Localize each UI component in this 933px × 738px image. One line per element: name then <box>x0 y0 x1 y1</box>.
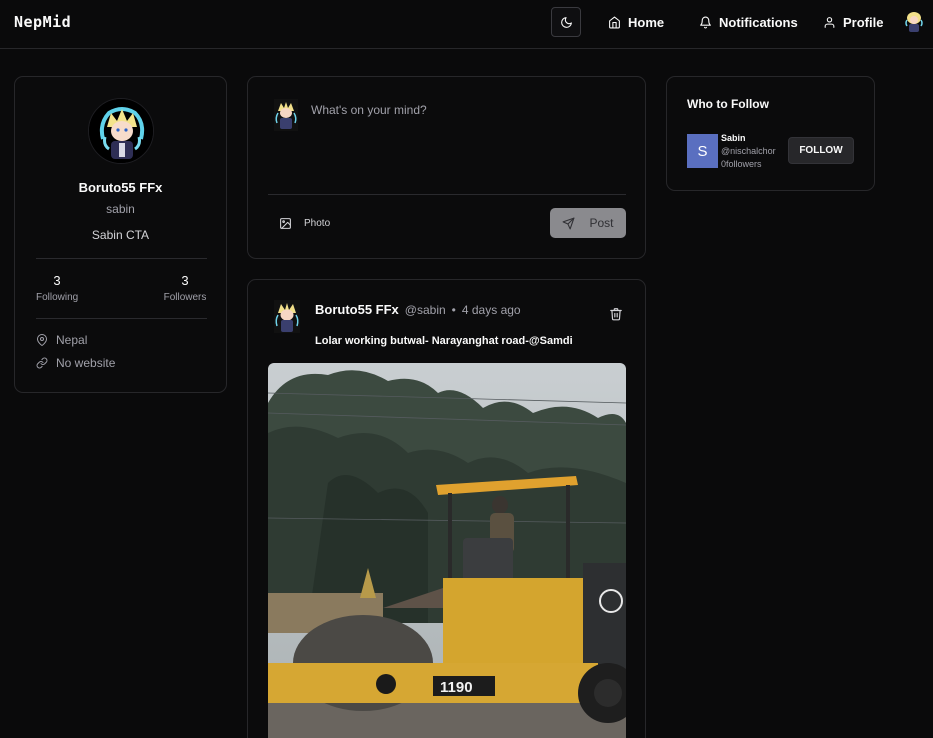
post-button-label: Post <box>589 216 614 230</box>
suggested-user-info[interactable]: Sabin @nischalchor 0followers <box>721 132 776 171</box>
suggested-user-followers: 0followers <box>721 159 762 169</box>
image-icon <box>280 218 291 229</box>
profile-card: Boruto55 FFx sabin Sabin CTA 3 Following… <box>14 76 227 393</box>
suggested-user-name: Sabin <box>721 133 746 143</box>
bell-icon <box>700 16 711 28</box>
following-label: Following <box>36 292 79 303</box>
theme-toggle-button[interactable] <box>551 7 581 37</box>
brand-logo[interactable]: NepMid <box>14 13 71 31</box>
location-text: Nepal <box>56 333 88 347</box>
nav-profile[interactable]: Profile <box>823 13 883 31</box>
nav-notifications-label: Notifications <box>719 14 798 30</box>
who-to-follow-title: Who to Follow <box>687 97 769 111</box>
photo-label: Photo <box>304 218 331 229</box>
user-icon <box>824 16 835 28</box>
divider <box>36 258 207 259</box>
moon-icon <box>560 16 572 28</box>
location-row: Nepal <box>36 333 87 347</box>
post-author-avatar[interactable] <box>274 300 300 333</box>
nav-home[interactable]: Home <box>608 13 664 31</box>
post-header: Boruto55 FFx @sabin • 4 days ago <box>315 302 521 317</box>
who-to-follow-card: Who to Follow S Sabin @nischalchor 0foll… <box>666 76 875 191</box>
post-text-input[interactable] <box>311 98 621 122</box>
machine-model-label: 1190 <box>440 679 473 696</box>
delete-post-button[interactable] <box>609 307 623 321</box>
composer-avatar <box>274 99 298 131</box>
suggested-user-handle: @nischalchor <box>721 146 776 156</box>
post-card: Boruto55 FFx @sabin • 4 days ago Lolar w… <box>247 279 646 738</box>
suggested-user-avatar[interactable]: S <box>687 134 718 168</box>
add-photo-button[interactable]: Photo <box>279 217 330 230</box>
map-pin-icon <box>37 334 47 346</box>
nav-notifications[interactable]: Notifications <box>699 13 798 31</box>
website-row: No website <box>36 356 115 370</box>
profile-avatar[interactable] <box>88 98 154 164</box>
profile-display-name: Boruto55 FFx <box>78 180 163 195</box>
user-avatar[interactable] <box>904 11 924 33</box>
post-image[interactable]: 1190 <box>268 363 626 738</box>
link-icon <box>36 357 48 369</box>
post-timestamp: 4 days ago <box>461 302 521 317</box>
send-icon <box>563 217 575 229</box>
post-body-text: Lolar working butwal- Narayanghat road-@… <box>315 335 573 347</box>
following-count: 3 <box>53 273 61 288</box>
followers-count: 3 <box>181 273 189 288</box>
nav-home-label: Home <box>628 14 665 30</box>
website-text: No website <box>56 356 116 370</box>
post-button[interactable]: Post <box>550 208 626 238</box>
following-stat[interactable]: 3 Following <box>36 273 78 303</box>
followers-stat[interactable]: 3 Followers <box>163 273 207 303</box>
post-composer: Photo Post <box>247 76 646 259</box>
profile-bio: Sabin CTA <box>91 228 150 242</box>
trash-icon <box>610 308 622 321</box>
divider <box>36 318 207 319</box>
separator-dot: • <box>451 302 456 317</box>
post-author-name[interactable]: Boruto55 FFx <box>315 302 399 317</box>
nav-profile-label: Profile <box>843 14 884 30</box>
followers-label: Followers <box>163 292 207 303</box>
follow-button[interactable]: FOLLOW <box>788 137 854 164</box>
divider <box>268 194 626 195</box>
home-icon <box>609 16 620 28</box>
post-author-handle[interactable]: @sabin <box>405 303 446 317</box>
profile-username: sabin <box>106 202 135 216</box>
top-navbar: NepMid Home Notifications Profile <box>0 0 933 49</box>
